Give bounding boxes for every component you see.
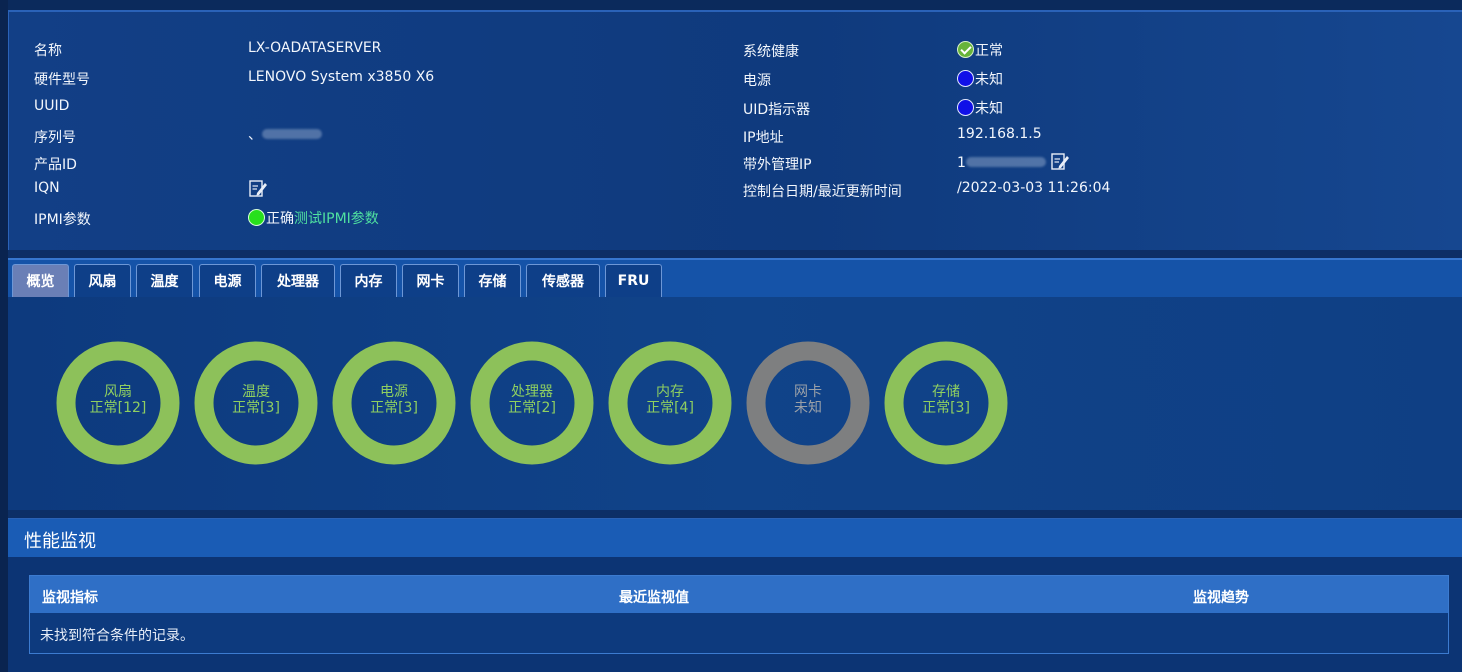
tab-temperature[interactable]: 温度 (136, 264, 193, 297)
edit-oob-ip-icon[interactable] (1050, 151, 1070, 171)
label-hardware-model: 硬件型号 (34, 72, 90, 88)
ring-component-name: 处理器 (511, 384, 553, 400)
status-ring[interactable]: 网卡 未知 (745, 340, 871, 466)
label-oob-ip: 带外管理IP (743, 157, 812, 173)
unknown-status-icon (957, 70, 974, 87)
ring-component-name: 风扇 (104, 384, 132, 400)
ring-label: 内存 正常[4] (607, 384, 733, 416)
tab-storage[interactable]: 存储 (464, 264, 521, 297)
tab-memory[interactable]: 内存 (340, 264, 397, 297)
oob-ip-text: 1 (957, 155, 966, 171)
performance-table: 监视指标 最近监视值 监视趋势 未找到符合条件的记录。 (29, 575, 1449, 654)
ring-label: 处理器 正常[2] (469, 384, 595, 416)
label-uid-indicator: UID指示器 (743, 102, 811, 118)
label-ip-address: IP地址 (743, 130, 784, 146)
label-ipmi: IPMI参数 (34, 212, 91, 228)
ring-status: 正常[3] (922, 400, 970, 416)
status-ring[interactable]: 电源 正常[3] (331, 340, 457, 466)
status-ring[interactable]: 内存 正常[4] (607, 340, 733, 466)
top-border (0, 0, 1462, 10)
value-ip-address: 192.168.1.5 (957, 126, 1042, 142)
redacted-serial (262, 129, 322, 139)
ring-status: 未知 (794, 400, 822, 416)
label-product-id: 产品ID (34, 157, 77, 173)
check-circle-icon (957, 41, 974, 58)
column-metric[interactable]: 监视指标 (42, 587, 98, 607)
value-uid-indicator: 未知 (957, 98, 1003, 118)
label-console-date: 控制台日期/最近更新时间 (743, 184, 902, 200)
ring-label: 存储 正常[3] (883, 384, 1009, 416)
label-uuid: UUID (34, 98, 70, 114)
tab-overview[interactable]: 概览 (12, 264, 69, 297)
value-ipmi: 正确测试IPMI参数 (248, 208, 379, 228)
ring-component-name: 电源 (380, 384, 408, 400)
performance-monitor-panel: 性能监视 监视指标 最近监视值 监视趋势 未找到符合条件的记录。 (8, 518, 1462, 672)
status-ring[interactable]: 存储 正常[3] (883, 340, 1009, 466)
performance-monitor-title: 性能监视 (8, 519, 1462, 557)
value-oob-ip: 1 (957, 151, 1070, 171)
tab-processor[interactable]: 处理器 (261, 264, 335, 297)
uid-indicator-text: 未知 (975, 101, 1003, 117)
ring-component-name: 内存 (656, 384, 684, 400)
column-trend[interactable]: 监视趋势 (1193, 587, 1249, 607)
value-hardware-model: LENOVO System x3850 X6 (248, 69, 435, 85)
ipmi-status: 正确 (266, 211, 294, 227)
ring-status: 正常[2] (508, 400, 556, 416)
label-power: 电源 (743, 73, 771, 89)
redacted-oob-ip (965, 157, 1046, 167)
ring-component-name: 存储 (932, 384, 960, 400)
table-header: 监视指标 最近监视值 监视趋势 (30, 576, 1448, 613)
value-power: 未知 (957, 69, 1003, 89)
tab-bar: 概览 风扇 温度 电源 处理器 内存 网卡 存储 传感器 FRU (8, 260, 1462, 297)
column-latest-value[interactable]: 最近监视值 (619, 587, 689, 607)
ring-label: 电源 正常[3] (331, 384, 457, 416)
serial-text: 、 (248, 127, 262, 143)
label-serial: 序列号 (34, 130, 76, 146)
test-ipmi-link[interactable]: 测试IPMI参数 (294, 211, 379, 227)
status-ring[interactable]: 风扇 正常[12] (55, 340, 181, 466)
value-serial: 、 (248, 124, 322, 144)
ring-component-name: 网卡 (794, 384, 822, 400)
unknown-status-icon (957, 99, 974, 116)
ring-label: 风扇 正常[12] (55, 384, 181, 416)
tab-sensor[interactable]: 传感器 (526, 264, 600, 297)
value-console-date: /2022-03-03 11:26:04 (957, 180, 1111, 196)
ring-status: 正常[12] (89, 400, 147, 416)
value-name: LX-OADATASERVER (248, 40, 382, 56)
ring-status: 正常[3] (370, 400, 418, 416)
tab-fan[interactable]: 风扇 (74, 264, 131, 297)
power-text: 未知 (975, 72, 1003, 88)
tab-fru[interactable]: FRU (605, 264, 662, 297)
left-edge-strip (0, 0, 8, 672)
edit-iqn-icon[interactable] (248, 178, 268, 198)
label-name: 名称 (34, 43, 62, 59)
value-system-health: 正常 (957, 40, 1003, 60)
tab-power[interactable]: 电源 (199, 264, 256, 297)
tab-nic[interactable]: 网卡 (402, 264, 459, 297)
label-system-health: 系统健康 (743, 44, 799, 60)
ok-status-icon (248, 209, 265, 226)
ring-status: 正常[4] (646, 400, 694, 416)
empty-table-message: 未找到符合条件的记录。 (40, 628, 194, 644)
status-ring[interactable]: 温度 正常[3] (193, 340, 319, 466)
status-ring[interactable]: 处理器 正常[2] (469, 340, 595, 466)
system-health-text: 正常 (975, 43, 1003, 59)
value-iqn (248, 178, 268, 198)
ring-label: 温度 正常[3] (193, 384, 319, 416)
ring-component-name: 温度 (242, 384, 270, 400)
ring-label: 网卡 未知 (745, 384, 871, 416)
ring-status: 正常[3] (232, 400, 280, 416)
label-iqn: IQN (34, 180, 60, 196)
server-info-panel: 名称 LX-OADATASERVER 硬件型号 LENOVO System x3… (8, 10, 1462, 250)
status-overview-panel: 概览 风扇 温度 电源 处理器 内存 网卡 存储 传感器 FRU 风扇 正常[12… (8, 258, 1462, 510)
